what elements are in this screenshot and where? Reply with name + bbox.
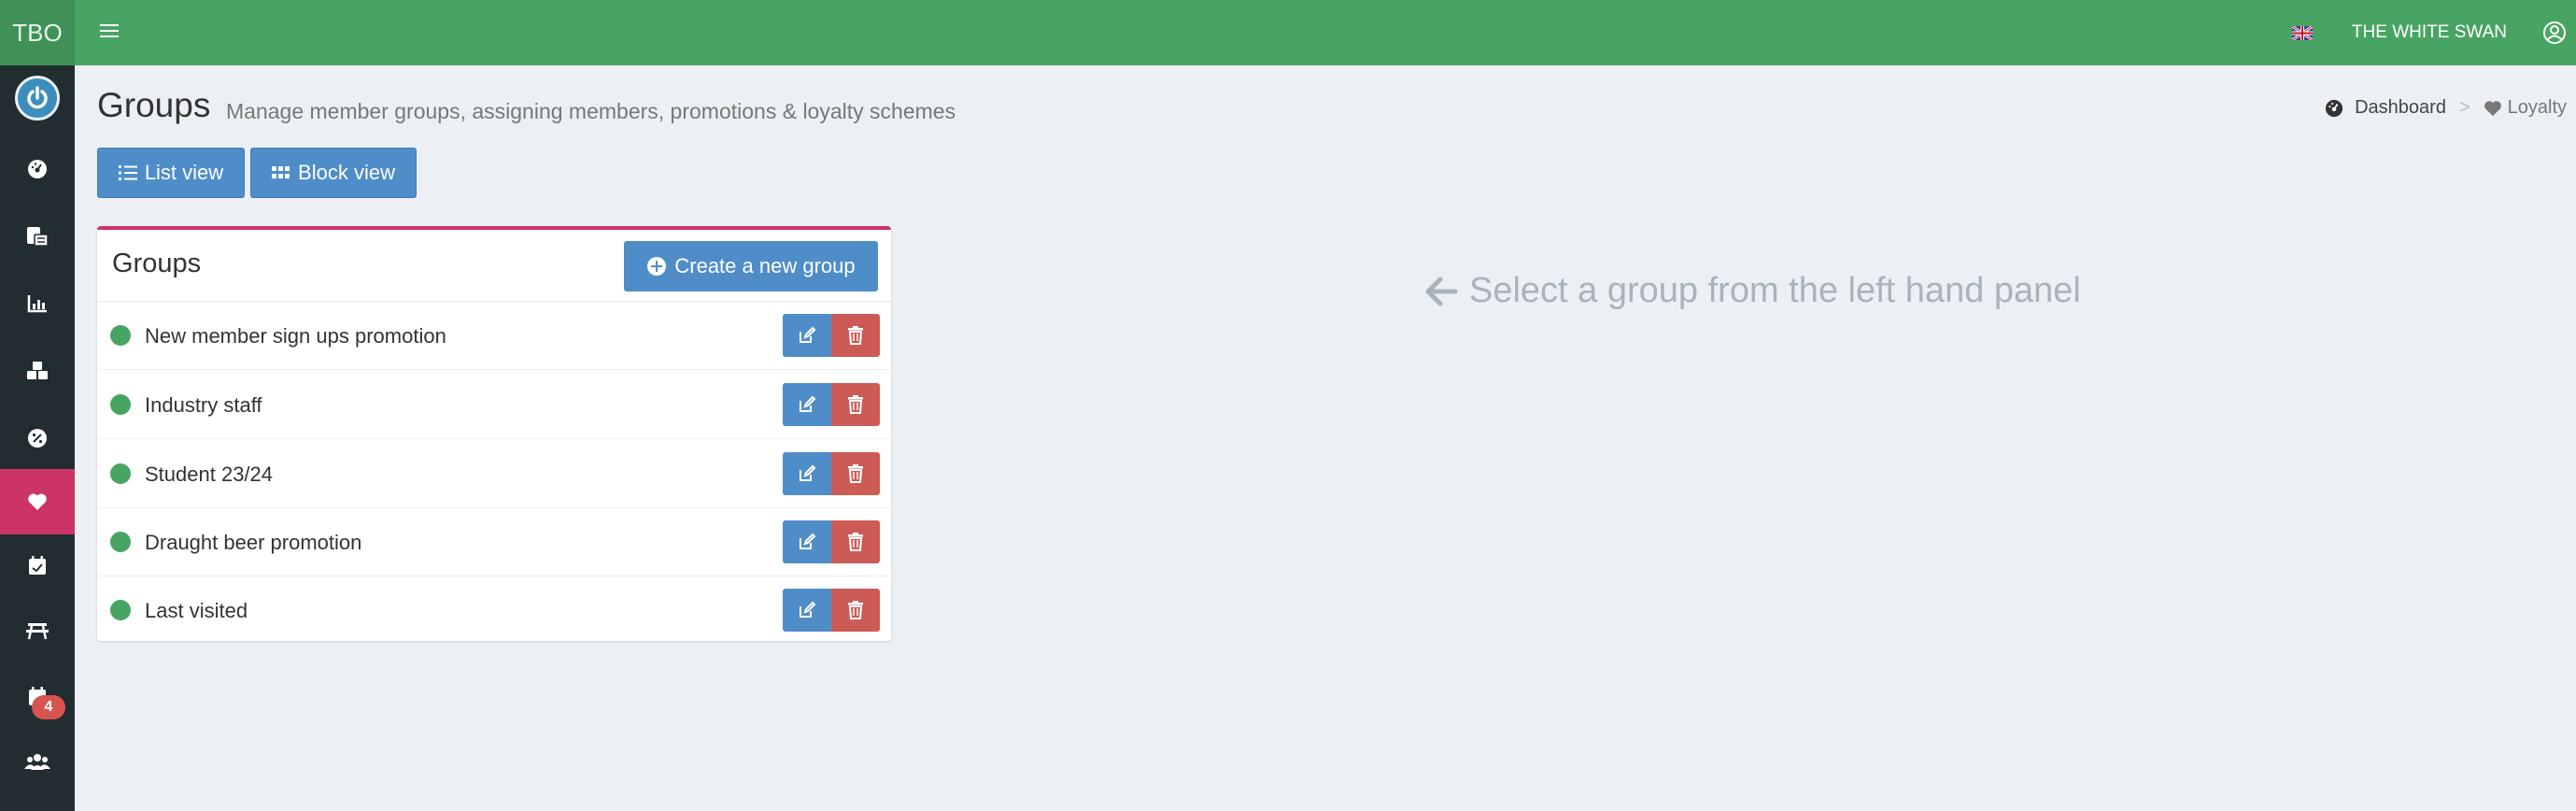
status-dot bbox=[110, 463, 131, 484]
list-view-label: List view bbox=[144, 161, 224, 184]
sidebar-item-reports[interactable] bbox=[0, 271, 75, 336]
status-dot bbox=[110, 532, 131, 552]
create-group-button[interactable]: Create a new group bbox=[624, 241, 878, 292]
delete-button[interactable] bbox=[831, 314, 880, 357]
trash-icon bbox=[848, 395, 863, 414]
edit-button[interactable] bbox=[783, 314, 831, 357]
breadcrumb-separator: > bbox=[2458, 97, 2470, 118]
members-icon bbox=[24, 754, 50, 770]
edit-button[interactable] bbox=[783, 383, 831, 426]
edit-icon bbox=[800, 601, 816, 618]
sidebar-item-dashboard[interactable] bbox=[0, 136, 75, 202]
group-name[interactable]: Student 23/24 bbox=[145, 462, 273, 487]
app-logo[interactable]: TBO bbox=[0, 0, 75, 65]
products-icon bbox=[27, 362, 48, 379]
sidebar-item-members[interactable] bbox=[0, 729, 75, 794]
calendar-check-icon bbox=[29, 556, 46, 575]
sidebar-item-loyalty[interactable] bbox=[0, 469, 75, 534]
tables-icon bbox=[26, 623, 49, 640]
list-icon bbox=[118, 165, 137, 180]
user-icon[interactable] bbox=[2542, 21, 2567, 45]
page-title: Groups bbox=[97, 86, 211, 124]
edit-icon bbox=[800, 533, 816, 549]
delete-button[interactable] bbox=[831, 589, 880, 632]
trash-icon bbox=[848, 533, 863, 551]
delete-button[interactable] bbox=[831, 520, 880, 563]
breadcrumb-dashboard[interactable]: Dashboard bbox=[2355, 97, 2446, 119]
grid-icon bbox=[272, 166, 290, 178]
breadcrumb-loyalty: Loyalty bbox=[2507, 97, 2567, 118]
sidebar-item-orders[interactable] bbox=[0, 204, 75, 269]
power-icon bbox=[15, 76, 60, 121]
sidebar-item-tables[interactable] bbox=[0, 598, 75, 663]
plus-circle-icon bbox=[647, 257, 667, 276]
trash-icon bbox=[848, 326, 863, 345]
sidebar-item-discounts[interactable] bbox=[0, 406, 75, 471]
sidebar: 4 bbox=[0, 65, 75, 811]
page-subtitle: Manage member groups, assigning members,… bbox=[226, 99, 956, 123]
top-bar: TBO THE WHITE SWAN bbox=[0, 0, 2576, 65]
trash-icon bbox=[848, 464, 863, 483]
group-name[interactable]: New member sign ups promotion bbox=[145, 324, 446, 349]
status-dot bbox=[110, 600, 131, 620]
edit-icon bbox=[800, 464, 816, 481]
arrow-left-icon bbox=[1425, 277, 1458, 306]
discounts-icon bbox=[28, 429, 47, 448]
list-item[interactable]: New member sign ups promotion bbox=[97, 302, 891, 370]
sidebar-item-products[interactable] bbox=[0, 338, 75, 404]
panel-title: Groups bbox=[112, 249, 202, 278]
empty-state-message: Select a group from the left hand panel bbox=[1424, 271, 2081, 311]
status-dot bbox=[110, 325, 131, 346]
list-item[interactable]: Student 23/24 bbox=[97, 440, 891, 508]
block-view-button[interactable]: Block view bbox=[250, 148, 417, 198]
edit-button[interactable] bbox=[783, 452, 831, 495]
list-view-button[interactable]: List view bbox=[97, 148, 245, 198]
sidebar-item-calendar[interactable] bbox=[0, 533, 75, 598]
empty-state-text: Select a group from the left hand panel bbox=[1469, 271, 2081, 310]
status-dot bbox=[110, 394, 131, 415]
reports-icon bbox=[27, 295, 47, 313]
group-name[interactable]: Draught beer promotion bbox=[145, 531, 361, 555]
edit-button[interactable] bbox=[783, 589, 831, 632]
dashboard-icon bbox=[28, 160, 47, 178]
block-view-label: Block view bbox=[298, 161, 395, 184]
sidebar-item-bookings[interactable]: 4 bbox=[0, 663, 75, 729]
delete-button[interactable] bbox=[831, 452, 880, 495]
sidebar-item-power[interactable] bbox=[0, 65, 75, 131]
breadcrumb: Dashboard > Loyalty bbox=[2325, 97, 2567, 119]
orders-icon bbox=[27, 227, 49, 247]
edit-icon bbox=[800, 326, 816, 343]
list-item[interactable]: Draught beer promotion bbox=[97, 508, 891, 576]
group-name[interactable]: Last visited bbox=[145, 599, 248, 623]
dashboard-icon bbox=[2326, 99, 2343, 117]
heart-icon bbox=[28, 493, 47, 510]
create-group-label: Create a new group bbox=[674, 254, 856, 277]
heart-icon bbox=[2484, 100, 2501, 116]
groups-panel: Groups Create a new group New member sig… bbox=[97, 226, 891, 641]
list-item[interactable]: Industry staff bbox=[97, 371, 891, 439]
trash-icon bbox=[848, 601, 863, 619]
delete-button[interactable] bbox=[831, 383, 880, 426]
edit-icon bbox=[800, 395, 816, 412]
menu-icon[interactable] bbox=[93, 15, 125, 47]
edit-button[interactable] bbox=[783, 520, 831, 563]
venue-name[interactable]: THE WHITE SWAN bbox=[2352, 22, 2507, 43]
uk-flag-icon[interactable] bbox=[2291, 24, 2314, 41]
list-item[interactable]: Last visited bbox=[97, 576, 891, 645]
bookings-badge: 4 bbox=[32, 695, 65, 719]
group-name[interactable]: Industry staff bbox=[145, 393, 262, 418]
